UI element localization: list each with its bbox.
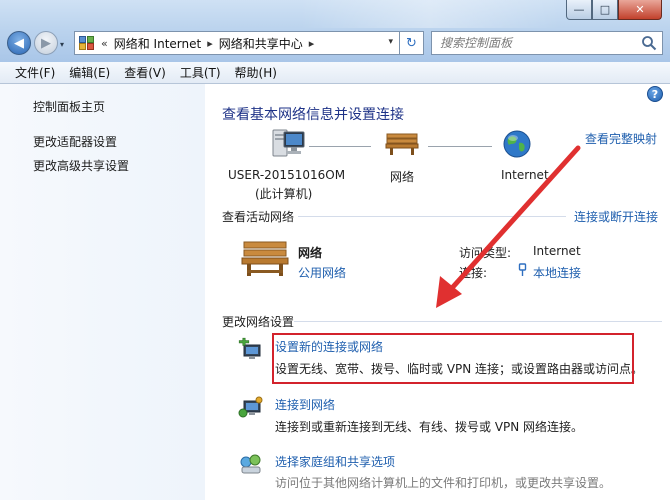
help-icon[interactable]: ? xyxy=(647,86,663,102)
back-button[interactable]: ◀ xyxy=(7,31,31,55)
homegroup-icon xyxy=(240,454,261,474)
refresh-button[interactable]: ↻ xyxy=(400,31,424,55)
page-title: 查看基本网络信息并设置连接 xyxy=(222,107,404,123)
homegroup-sharing-link[interactable]: 选择家庭组和共享选项 xyxy=(275,453,395,470)
computer-note-label: (此计算机) xyxy=(255,187,313,201)
address-dropdown-icon[interactable]: ▾ xyxy=(388,37,393,47)
map-connector xyxy=(309,146,371,147)
internet-globe-icon[interactable] xyxy=(502,129,532,159)
menu-help[interactable]: 帮助(H) xyxy=(228,64,284,81)
forward-button[interactable]: ▶ xyxy=(34,31,58,55)
address-overflow-chevron[interactable]: « xyxy=(101,37,108,50)
network-type-link[interactable]: 公用网络 xyxy=(298,264,346,281)
internet-map-label: Internet xyxy=(501,168,549,182)
active-networks-title: 查看活动网络 xyxy=(222,210,295,224)
view-full-map-link[interactable]: 查看完整映射 xyxy=(585,130,657,147)
breadcrumb-network-sharing-center[interactable]: 网络和共享中心 xyxy=(219,35,303,52)
homegroup-sharing-desc: 访问位于其他网络计算机上的文件和打印机，或更改共享设置。 xyxy=(275,476,612,490)
connection-label: 连接: xyxy=(459,266,488,280)
change-settings-title: 更改网络设置 xyxy=(222,315,295,329)
maximize-button[interactable]: □ xyxy=(592,0,618,20)
refresh-icon: ↻ xyxy=(406,35,417,51)
search-icon[interactable] xyxy=(641,35,657,51)
breadcrumb-network-internet[interactable]: 网络和 Internet xyxy=(114,35,201,52)
sidebar-item-advanced-sharing[interactable]: 更改高级共享设置 xyxy=(33,157,129,174)
connect-disconnect-link[interactable]: 连接或断开连接 xyxy=(574,208,658,225)
control-panel-icon xyxy=(79,36,94,50)
search-box[interactable] xyxy=(431,31,663,55)
active-network-name: 网络 xyxy=(298,246,323,260)
connect-to-network-link[interactable]: 连接到网络 xyxy=(275,396,335,413)
breadcrumb-separator-icon[interactable]: ▸ xyxy=(309,37,315,50)
access-type-label: 访问类型: xyxy=(459,246,512,260)
connect-to-network-icon xyxy=(238,396,263,418)
menu-view[interactable]: 查看(V) xyxy=(117,64,173,81)
recent-pages-dropdown[interactable]: ▾ xyxy=(60,40,64,49)
ethernet-icon xyxy=(518,263,527,276)
close-button[interactable]: ✕ xyxy=(618,0,662,20)
menu-file[interactable]: 文件(F) xyxy=(8,64,62,81)
sidebar-item-adapter-settings[interactable]: 更改适配器设置 xyxy=(33,133,117,150)
breadcrumb-separator-icon[interactable]: ▸ xyxy=(207,37,213,50)
new-connection-icon xyxy=(238,337,261,359)
local-connection-link[interactable]: 本地连接 xyxy=(533,264,581,281)
menu-bar: 文件(F) 编辑(E) 查看(V) 工具(T) 帮助(H) xyxy=(0,62,670,84)
back-arrow-icon: ◀ xyxy=(14,35,24,51)
forward-arrow-icon: ▶ xyxy=(41,35,51,51)
computer-icon[interactable] xyxy=(272,128,306,160)
computer-name-label: USER-20151016OM xyxy=(228,168,346,182)
network-bench-large-icon xyxy=(241,241,289,276)
network-map-label: 网络 xyxy=(390,170,415,184)
connect-to-network-desc: 连接到或重新连接到无线、有线、拨号或 VPN 网络连接。 xyxy=(275,420,584,434)
network-bench-icon[interactable] xyxy=(385,132,419,156)
address-bar[interactable]: « 网络和 Internet ▸ 网络和共享中心 ▸ ▾ xyxy=(74,31,400,55)
section-divider xyxy=(298,216,566,217)
menu-edit[interactable]: 编辑(E) xyxy=(62,64,117,81)
map-connector xyxy=(428,146,492,147)
search-input[interactable] xyxy=(432,32,632,54)
access-type-value: Internet xyxy=(533,244,581,258)
window-controls: — □ ✕ xyxy=(566,0,662,20)
menu-tools[interactable]: 工具(T) xyxy=(173,64,228,81)
sidebar-item-control-panel-home[interactable]: 控制面板主页 xyxy=(33,98,105,115)
section-divider xyxy=(294,321,662,322)
minimize-button[interactable]: — xyxy=(566,0,592,20)
highlight-box xyxy=(272,333,634,384)
